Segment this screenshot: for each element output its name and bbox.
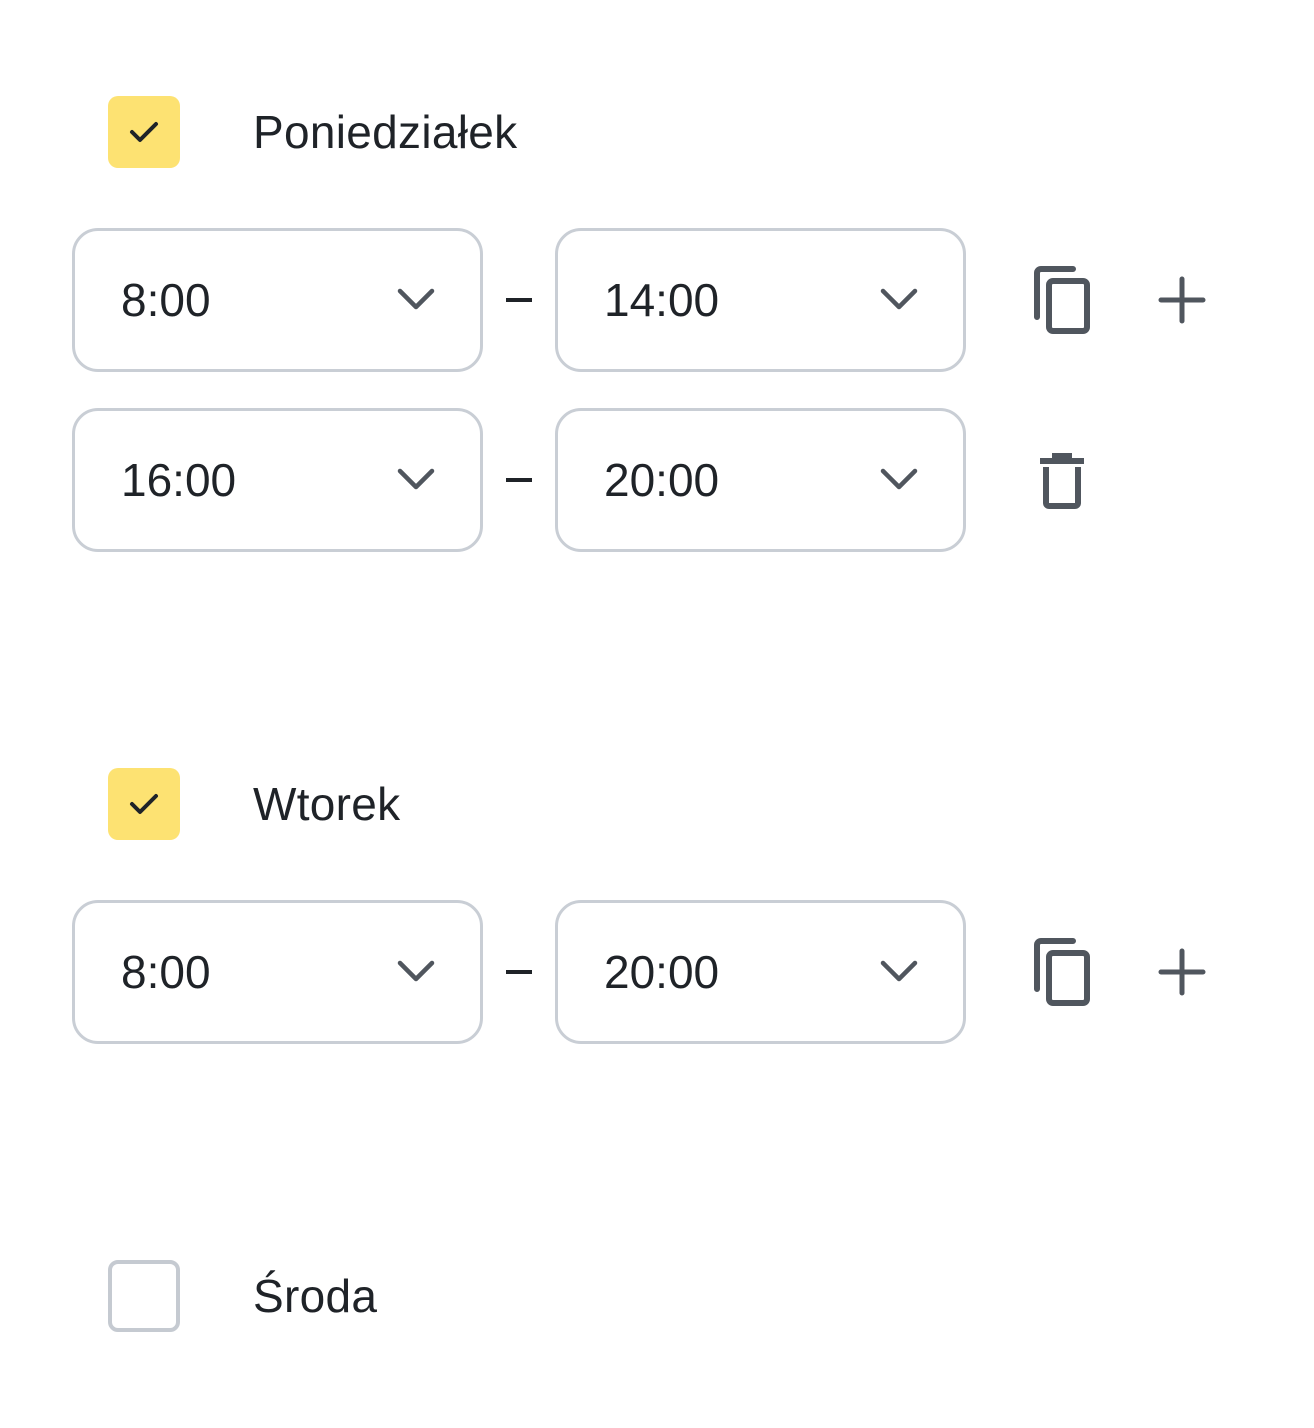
delete-slot-button[interactable] — [1026, 444, 1098, 516]
day-checkbox[interactable] — [108, 1260, 180, 1332]
plus-icon — [1158, 276, 1206, 324]
day-header: Wtorek — [108, 768, 400, 840]
end-time-select[interactable]: 14:00 — [555, 228, 966, 372]
end-time-value: 14:00 — [604, 274, 720, 326]
range-separator — [506, 298, 532, 302]
trash-icon — [1040, 453, 1084, 509]
chevron-down-icon — [397, 960, 435, 982]
chevron-down-icon — [880, 468, 918, 490]
start-time-value: 16:00 — [121, 454, 237, 506]
day-header: Środa — [108, 1260, 377, 1332]
copy-button[interactable] — [1026, 264, 1098, 336]
add-slot-button[interactable] — [1146, 264, 1218, 336]
chevron-down-icon — [880, 288, 918, 310]
copy-button[interactable] — [1026, 936, 1098, 1008]
start-time-value: 8:00 — [121, 946, 211, 998]
check-icon — [130, 794, 158, 814]
start-time-value: 8:00 — [121, 274, 211, 326]
day-checkbox[interactable] — [108, 768, 180, 840]
end-time-select[interactable]: 20:00 — [555, 900, 966, 1044]
chevron-down-icon — [880, 960, 918, 982]
copy-icon — [1034, 266, 1090, 334]
time-slot: 8:00 20:00 — [72, 900, 1272, 1044]
range-separator — [506, 478, 532, 482]
check-icon — [130, 122, 158, 142]
day-label: Poniedziałek — [253, 106, 518, 158]
day-label: Wtorek — [253, 778, 401, 830]
day-checkbox[interactable] — [108, 96, 180, 168]
range-separator — [506, 970, 532, 974]
end-time-select[interactable]: 20:00 — [555, 408, 966, 552]
time-slot: 16:00 20:00 — [72, 408, 1272, 552]
start-time-select[interactable]: 8:00 — [72, 228, 483, 372]
copy-icon — [1034, 938, 1090, 1006]
day-header: Poniedziałek — [108, 96, 517, 168]
chevron-down-icon — [397, 288, 435, 310]
end-time-value: 20:00 — [604, 454, 720, 506]
start-time-select[interactable]: 16:00 — [72, 408, 483, 552]
chevron-down-icon — [397, 468, 435, 490]
end-time-value: 20:00 — [604, 946, 720, 998]
plus-icon — [1158, 948, 1206, 996]
day-label: Środa — [253, 1270, 378, 1322]
start-time-select[interactable]: 8:00 — [72, 900, 483, 1044]
add-slot-button[interactable] — [1146, 936, 1218, 1008]
time-slot: 8:00 14:00 — [72, 228, 1272, 372]
